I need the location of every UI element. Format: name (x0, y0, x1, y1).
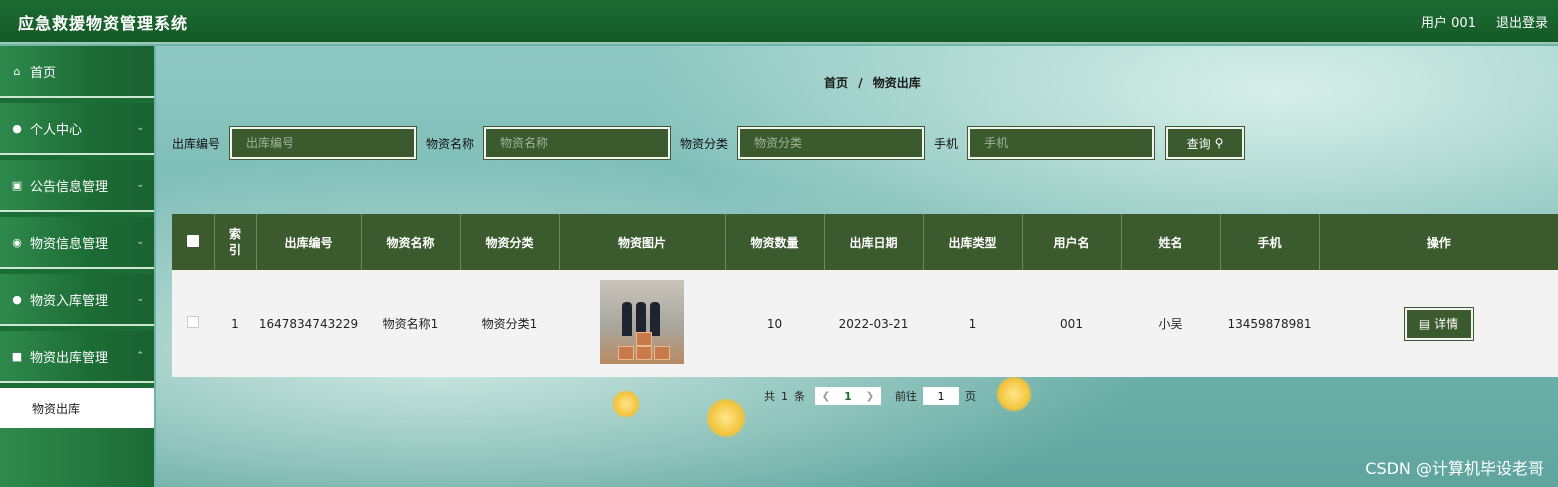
sidebar-item-label: 物资出库管理 (30, 350, 109, 366)
cell-username: 001 (1060, 316, 1083, 331)
top-header: 应急救援物资管理系统 用户 001 退出登录 (0, 0, 1558, 44)
sidebar-item-label: 物资信息管理 (30, 236, 109, 252)
total-suffix: 条 (794, 390, 805, 403)
sidebar: ⌂ 首页 ● 个人中心 ⌄ ▣ 公告信息管理 ⌄ ◉ 物资信息管理 ⌄ ● 物资… (0, 46, 154, 487)
total-count: 1 (781, 389, 788, 403)
prev-page-button[interactable]: ❮ (815, 391, 837, 402)
select-all-header[interactable] (172, 214, 215, 270)
decorative-flower (612, 390, 640, 418)
chevron-down-icon: ⌄ (136, 237, 144, 247)
pager: ❮ 1 ❯ (815, 387, 881, 405)
breadcrumb-home[interactable]: 首页 (824, 76, 848, 90)
material-category-input[interactable] (737, 126, 926, 160)
search-icon: ⚲ (1214, 136, 1224, 150)
user-area: 用户 001 退出登录 (1421, 12, 1548, 31)
goto-suffix: 页 (965, 390, 976, 403)
watermark: CSDN @计算机毕设老哥 (1365, 459, 1544, 478)
material-image[interactable] (600, 280, 684, 364)
row-select-cell[interactable] (172, 270, 214, 377)
sidebar-item-stock-in[interactable]: ● 物资入库管理 ⌄ (0, 274, 154, 326)
sidebar-item-profile[interactable]: ● 个人中心 ⌄ (0, 103, 154, 155)
sidebar-item-material-info[interactable]: ◉ 物资信息管理 ⌄ (0, 217, 154, 269)
stock-out-table: 索引 出库编号 物资名称 物资分类 物资图片 物资数量 出库日期 出库类型 用户… (172, 214, 1558, 377)
cell-name: 物资名称1 (382, 317, 439, 331)
sidebar-subitem-stock-out[interactable]: 物资出库 (0, 388, 154, 428)
breadcrumb-current: 物资出库 (872, 76, 921, 90)
database-icon: ◉ (12, 235, 22, 249)
cell-image (559, 270, 725, 377)
pagination: 共 1 条 ❮ 1 ❯ 前往 页 (764, 387, 976, 405)
cell-out-no: 1647834743229 (258, 316, 359, 331)
goto-prefix: 前往 (895, 390, 917, 403)
sidebar-item-label: 个人中心 (30, 122, 83, 138)
column-header: 操作 (1426, 235, 1451, 250)
sidebar-item-notice[interactable]: ▣ 公告信息管理 ⌄ (0, 160, 154, 212)
breadcrumb-separator: / (858, 76, 863, 90)
column-header: 物资分类 (460, 214, 560, 270)
column-header: 物资数量 (725, 214, 825, 270)
material-name-label: 物资名称 (426, 136, 475, 151)
search-bar: 出库编号 物资名称 物资分类 手机 查询 ⚲ (172, 126, 1246, 160)
out-no-input[interactable] (229, 126, 418, 160)
chevron-down-icon: ⌄ (136, 180, 144, 190)
cell-phone: 13459878981 (1227, 316, 1312, 331)
breadcrumb: 首页 / 物资出库 (824, 74, 921, 91)
sidebar-item-label: 物资入库管理 (30, 293, 109, 309)
column-header: 物资图片 (559, 214, 726, 270)
table-row: 1 1647834743229 物资名称1 物资分类1 10 2022-03-2… (172, 270, 1558, 377)
briefcase-icon: ▣ (11, 178, 23, 192)
out-no-label: 出库编号 (172, 136, 221, 151)
column-header: 物资名称 (361, 214, 461, 270)
row-checkbox[interactable] (187, 316, 199, 328)
query-button[interactable]: 查询 ⚲ (1165, 126, 1246, 160)
chevron-down-icon: ⌄ (136, 123, 144, 133)
sidebar-item-label: 公告信息管理 (30, 179, 109, 195)
cell-qty: 10 (766, 316, 783, 331)
phone-input[interactable] (967, 126, 1156, 160)
phone-label: 手机 (934, 136, 959, 151)
sidebar-item-home[interactable]: ⌂ 首页 (0, 46, 154, 98)
total-prefix: 共 (764, 390, 775, 403)
chevron-down-icon: ⌄ (136, 294, 144, 304)
main-content: 首页 / 物资出库 出库编号 物资名称 物资分类 手机 查询 ⚲ (156, 46, 1558, 487)
decorative-flower (706, 398, 746, 438)
document-icon: ▤ (1418, 316, 1431, 331)
current-user: 用户 001 (1421, 16, 1476, 31)
column-header: 出库日期 (824, 214, 924, 270)
select-all-checkbox[interactable] (186, 234, 199, 247)
cell-out-type: 1 (968, 316, 977, 331)
column-header: 用户名 (1022, 214, 1122, 270)
logout-link[interactable]: 退出登录 (1496, 12, 1548, 31)
cell-category: 物资分类1 (481, 317, 538, 331)
cell-actions: ▤ 详情 (1319, 270, 1558, 377)
sidebar-item-stock-out[interactable]: ■ 物资出库管理 ⌃ (0, 331, 154, 383)
current-page-number[interactable]: 1 (837, 390, 859, 403)
home-icon: ⌂ (13, 64, 21, 78)
trash-icon: ■ (11, 349, 23, 363)
detail-button[interactable]: ▤ 详情 (1403, 306, 1474, 341)
cell-index: 1 (231, 316, 239, 331)
user-icon: ● (12, 121, 22, 135)
detail-button-label: 详情 (1434, 317, 1459, 331)
material-category-label: 物资分类 (680, 136, 729, 151)
cell-realname: 小吴 (1158, 317, 1183, 331)
cell-date: 2022-03-21 (838, 316, 909, 331)
column-header: 姓名 (1121, 214, 1221, 270)
column-header: 手机 (1220, 214, 1320, 270)
column-header: 索引 (214, 214, 257, 270)
decorative-flower (996, 376, 1032, 412)
app-title: 应急救援物资管理系统 (18, 14, 189, 33)
chevron-up-icon: ⌃ (136, 351, 144, 361)
query-button-label: 查询 (1186, 136, 1211, 151)
goto-page-input[interactable] (923, 387, 959, 405)
user-icon: ● (12, 292, 22, 306)
sidebar-item-label: 首页 (30, 65, 57, 81)
column-header: 出库类型 (923, 214, 1023, 270)
sidebar-filler (0, 428, 154, 487)
table-header-row: 索引 出库编号 物资名称 物资分类 物资图片 物资数量 出库日期 出库类型 用户… (172, 214, 1558, 270)
next-page-button[interactable]: ❯ (859, 391, 881, 402)
material-name-input[interactable] (483, 126, 672, 160)
column-header: 出库编号 (256, 214, 362, 270)
